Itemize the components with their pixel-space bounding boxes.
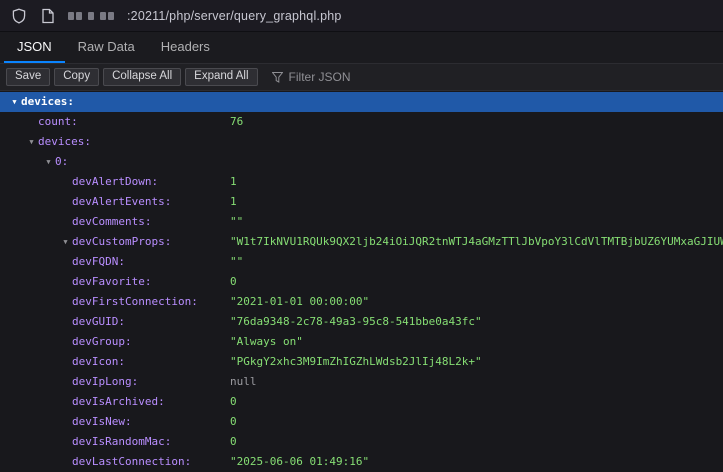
json-row-devices[interactable]: ▼devices: [0, 92, 723, 112]
json-value: "Always on" [230, 332, 303, 352]
json-key: devFavorite: [72, 275, 151, 288]
json-value: null [230, 372, 257, 392]
json-key: devGroup: [72, 335, 132, 348]
browser-toolbar: :20211/php/server/query_graphql.php [0, 0, 723, 32]
tracking-protection-shield-icon[interactable] [10, 7, 28, 25]
json-row-devFirstConnection[interactable]: devFirstConnection: "2021-01-01 00:00:00" [0, 292, 723, 312]
json-row-devFQDN[interactable]: devFQDN: "" [0, 252, 723, 272]
json-row-0[interactable]: ▼0: [0, 152, 723, 172]
json-key: devIsArchived: [72, 395, 165, 408]
json-key: devIpLong: [72, 375, 138, 388]
filter-funnel-icon [272, 72, 283, 83]
json-value: "76da9348-2c78-49a3-95c8-541bbe0a43fc" [230, 312, 482, 332]
json-key: devAlertDown: [72, 175, 158, 188]
redacted-host-boxes [68, 9, 120, 23]
json-value: "" [230, 212, 243, 232]
redacted-box [76, 12, 82, 20]
json-row-devices[interactable]: ▼devices: [0, 132, 723, 152]
json-row-devCustomProps[interactable]: ▼devCustomProps: "W1t7IkNVU1RQUk9QX2ljb24… [0, 232, 723, 252]
json-value: 1 [230, 172, 237, 192]
json-row-count[interactable]: count: 76 [0, 112, 723, 132]
expand-arrow-icon[interactable]: ▼ [42, 152, 55, 172]
json-value: 0 [230, 272, 237, 292]
redacted-box-group [68, 12, 82, 20]
filter-json-input[interactable]: Filter JSON [272, 70, 351, 84]
json-row-devAlertDown[interactable]: devAlertDown: 1 [0, 172, 723, 192]
json-key: devFirstConnection: [72, 295, 198, 308]
json-value: "2021-01-01 00:00:00" [230, 292, 369, 312]
redacted-box-group [100, 12, 114, 20]
json-row-devIpLong[interactable]: devIpLong: null [0, 372, 723, 392]
collapse-all-button[interactable]: Collapse All [103, 68, 181, 87]
redacted-box [100, 12, 106, 20]
tab-raw-data[interactable]: Raw Data [65, 32, 148, 63]
json-key: devCustomProps: [72, 235, 171, 248]
json-row-devIcon[interactable]: devIcon: "PGkgY2xhc3M9ImZhIGZhLWdsb2JlIj4… [0, 352, 723, 372]
json-key: devGUID: [72, 315, 125, 328]
json-key: devIsRandomMac: [72, 435, 171, 448]
json-value: "2025-06-06 01:49:16" [230, 452, 369, 472]
json-key: count: [38, 115, 78, 128]
json-row-devGroup[interactable]: devGroup: "Always on" [0, 332, 723, 352]
copy-button[interactable]: Copy [54, 68, 99, 87]
tab-json[interactable]: JSON [4, 32, 65, 63]
browser-window: :20211/php/server/query_graphql.php JSON… [0, 0, 723, 472]
json-tree: ▼devices:count:76▼devices:▼0:devAlertDow… [0, 91, 723, 472]
json-key: devIsNew: [72, 415, 132, 428]
json-key: devices: [21, 95, 74, 108]
redacted-box-group [88, 12, 94, 20]
toolbar-buttons: SaveCopyCollapse AllExpand All [6, 68, 258, 87]
expand-arrow-icon[interactable]: ▼ [59, 232, 72, 252]
json-row-devAlertEvents[interactable]: devAlertEvents: 1 [0, 192, 723, 212]
json-row-devLastConnection[interactable]: devLastConnection: "2025-06-06 01:49:16" [0, 452, 723, 472]
json-row-devIsRandomMac[interactable]: devIsRandomMac: 0 [0, 432, 723, 452]
json-key: devLastConnection: [72, 455, 191, 468]
json-value: "W1t7IkNVU1RQUk9QX2ljb24iOiJQR2tnWTJ4aGM… [230, 232, 723, 252]
json-value: 0 [230, 412, 237, 432]
json-key: devAlertEvents: [72, 195, 171, 208]
url-bar[interactable]: :20211/php/server/query_graphql.php [68, 9, 342, 23]
expand-all-button[interactable]: Expand All [185, 68, 257, 87]
page-info-icon[interactable] [39, 7, 57, 25]
expand-arrow-icon[interactable]: ▼ [25, 132, 38, 152]
json-row-devFavorite[interactable]: devFavorite: 0 [0, 272, 723, 292]
json-row-devIsNew[interactable]: devIsNew: 0 [0, 412, 723, 432]
json-row-devIsArchived[interactable]: devIsArchived: 0 [0, 392, 723, 412]
json-key: devFQDN: [72, 255, 125, 268]
json-value: 76 [230, 112, 243, 132]
json-value: "" [230, 252, 243, 272]
filter-json-placeholder: Filter JSON [289, 70, 351, 84]
jsonviewer-tabs: JSONRaw DataHeaders [0, 32, 723, 64]
expand-arrow-icon[interactable]: ▼ [8, 92, 21, 112]
json-key: 0: [55, 155, 68, 168]
json-key: devices: [38, 135, 91, 148]
json-value: "PGkgY2xhc3M9ImZhIGZhLWdsb2JlIj48L2k+" [230, 352, 482, 372]
json-row-devComments[interactable]: devComments: "" [0, 212, 723, 232]
json-key: devComments: [72, 215, 151, 228]
jsonviewer-toolbar: SaveCopyCollapse AllExpand All Filter JS… [0, 64, 723, 91]
redacted-box [68, 12, 74, 20]
json-key: devIcon: [72, 355, 125, 368]
json-value: 0 [230, 432, 237, 452]
tab-headers[interactable]: Headers [148, 32, 223, 63]
url-text: :20211/php/server/query_graphql.php [127, 9, 342, 23]
redacted-box [108, 12, 114, 20]
redacted-box [88, 12, 94, 20]
json-value: 1 [230, 192, 237, 212]
save-button[interactable]: Save [6, 68, 50, 87]
json-row-devGUID[interactable]: devGUID: "76da9348-2c78-49a3-95c8-541bbe0… [0, 312, 723, 332]
json-value: 0 [230, 392, 237, 412]
